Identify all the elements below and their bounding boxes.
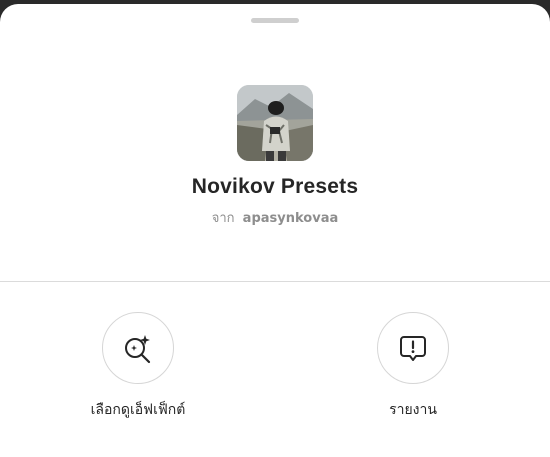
author-link[interactable]: apasynkovaa [243, 211, 339, 226]
bottom-sheet: Novikov Presets จาก apasynkovaa เลือกดูเ… [0, 4, 550, 457]
drag-handle[interactable] [251, 18, 299, 23]
browse-effects-label: เลือกดูเอ็ฟเฟ็กต์ [90, 402, 186, 418]
divider [0, 281, 550, 282]
byline-prefix: จาก [211, 211, 235, 226]
report-label: รายงาน [389, 402, 437, 418]
browse-effects-button[interactable]: เลือกดูเอ็ฟเฟ็กต์ [63, 312, 213, 421]
effect-thumbnail [237, 85, 313, 161]
report-icon [400, 336, 426, 361]
report-circle[interactable] [377, 312, 449, 384]
sparkle-search-icon [125, 335, 151, 364]
effect-name: Novikov Presets [191, 175, 359, 198]
browse-effects-circle[interactable] [102, 312, 174, 384]
report-button[interactable]: รายงาน [338, 312, 488, 421]
effect-byline: จาก apasynkovaa [0, 207, 550, 228]
